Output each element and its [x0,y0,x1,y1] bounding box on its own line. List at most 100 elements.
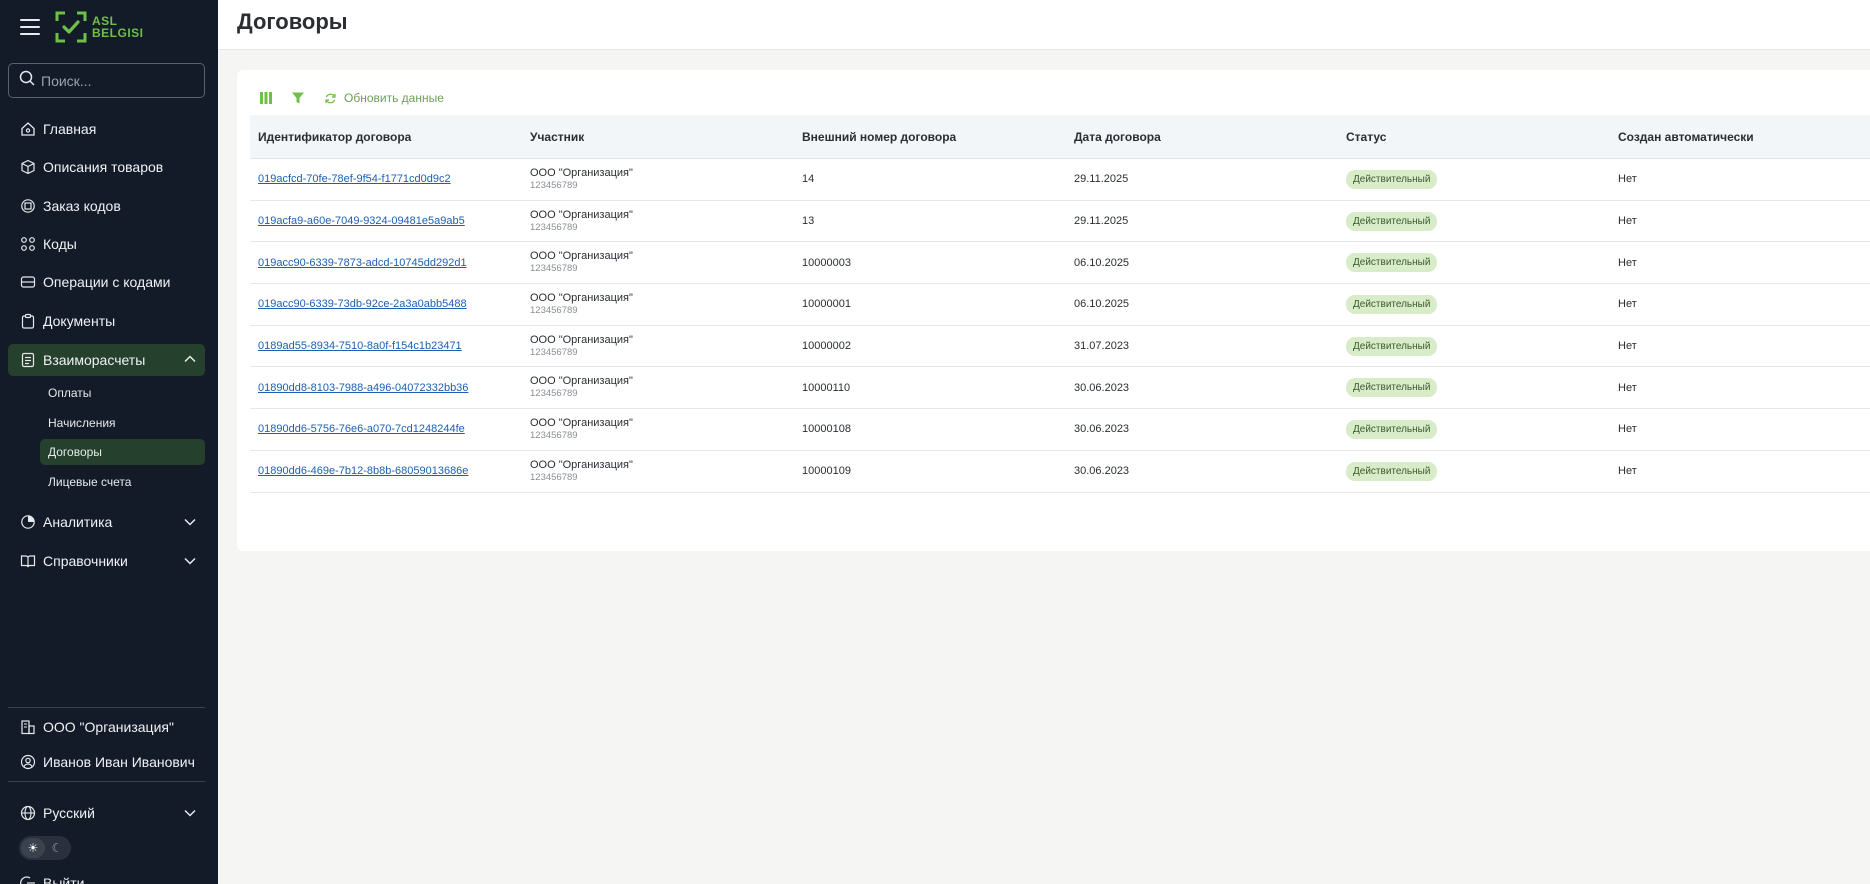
contract-id-link[interactable]: 0189ad55-8934-7510-8a0f-f154c1b23471 [258,340,462,352]
home-icon [20,121,36,137]
table-row: 0189ad55-8934-7510-8a0f-f154c1b23471 ООО… [250,326,1870,368]
page-title: Договоры [237,9,348,34]
moon-icon[interactable]: ☾ [45,838,69,858]
logo-icon [54,10,88,44]
participant-inn: 123456789 [530,429,578,441]
header-status[interactable]: Статус [1338,130,1610,144]
contract-id-link[interactable]: 01890dd8-8103-7988-a496-04072332bb36 [258,382,468,394]
sub-item-accounts[interactable]: Лицевые счета [40,469,205,495]
header-ext-number[interactable]: Внешний номер договора [794,130,1066,144]
header-auto[interactable]: Создан автоматически [1610,130,1870,144]
search-box[interactable] [8,63,205,98]
menu-icon[interactable] [20,19,40,35]
participant-name: ООО "Организация" [530,416,633,429]
contract-id-link[interactable]: 019acc90-6339-7873-adcd-10745dd292d1 [258,257,467,269]
auto-created: Нет [1618,423,1637,436]
status-badge: Действительный [1346,211,1438,231]
sub-label-charges: Начисления [48,416,116,430]
nav-item-codes[interactable]: Коды [8,229,205,259]
auto-created: Нет [1618,215,1637,228]
refresh-button[interactable]: Обновить данные [322,90,444,106]
contract-date: 06.10.2025 [1074,256,1130,269]
nav-item-order-codes[interactable]: Заказ кодов [8,191,205,221]
sub-label-accounts: Лицевые счета [48,475,132,489]
analytics-icon [20,514,36,530]
contract-date: 30.06.2023 [1074,381,1130,394]
table-header: Идентификатор договора Участник Внешний … [250,115,1870,159]
sun-icon[interactable]: ☀ [21,838,45,858]
contract-date: 31.07.2023 [1074,340,1130,353]
refresh-icon [322,90,338,106]
table-row: 019acc90-6339-7873-adcd-10745dd292d1 ООО… [250,242,1870,285]
book-icon [20,553,36,569]
box-icon [20,159,36,175]
table-row: 01890dd8-8103-7988-a496-04072332bb36 ООО… [250,367,1870,410]
brand: ASL BELGISI [20,10,144,44]
nav-item-documents[interactable]: Документы [8,306,205,336]
logo-line2: BELGISI [92,26,144,40]
org-item[interactable]: ООО "Организация" [8,712,205,742]
language-label: Русский [43,805,95,821]
operations-icon [20,274,36,290]
status-badge: Действительный [1346,294,1438,314]
theme-toggle[interactable]: ☀ ☾ [19,836,71,860]
external-number: 10000001 [802,298,851,311]
header-participant[interactable]: Участник [522,130,794,144]
nav-item-products[interactable]: Описания товаров [8,152,205,182]
globe-icon [20,805,36,821]
logout-item[interactable]: Выйти [8,868,205,884]
contract-id-link[interactable]: 019acfa9-a60e-7049-9324-09481e5a9ab5 [258,215,465,227]
columns-icon[interactable] [258,90,274,106]
chevron-down-icon[interactable] [183,806,197,823]
contract-date: 30.06.2023 [1074,423,1130,436]
sub-item-payments[interactable]: Оплаты [40,380,205,406]
nav-label-documents: Документы [43,313,116,329]
contract-id-link[interactable]: 01890dd6-469e-7b12-8b8b-68059013686e [258,465,468,477]
contract-date: 30.06.2023 [1074,465,1130,478]
contract-id-link[interactable]: 019acc90-6339-73db-92ce-2a3a0abb5488 [258,298,467,310]
divider [8,707,205,708]
search-icon [19,70,35,91]
table-row: 01890dd6-5756-76e6-a070-7cd1248244fe ООО… [250,409,1870,451]
user-item[interactable]: Иванов Иван Иванович [8,747,205,777]
contracts-card: Обновить данные Идентификатор договора У… [237,70,1870,551]
nav-label-codes: Коды [43,236,77,252]
nav-item-main[interactable]: Главная [8,114,205,144]
status-badge: Действительный [1346,253,1438,273]
nav-label-main: Главная [43,121,97,137]
table-row: 019acfa9-a60e-7049-9324-09481e5a9ab5 ООО… [250,201,1870,243]
nav-item-code-ops[interactable]: Операции с кодами [8,267,205,297]
chevron-down-icon[interactable] [183,554,197,571]
participant-inn: 123456789 [530,304,578,316]
participant-name: ООО "Организация" [530,250,633,263]
receipt-icon [20,352,36,368]
header-date[interactable]: Дата договора [1066,130,1338,144]
nav-label-products: Описания товаров [43,159,164,175]
refresh-label: Обновить данные [344,91,444,105]
contract-id-link[interactable]: 019acfcd-70fe-78ef-9f54-f1771cd0d9c2 [258,173,451,185]
auto-created: Нет [1618,256,1637,269]
nav-item-analytics[interactable]: Аналитика [8,507,205,537]
language-select[interactable]: Русский [8,798,205,828]
sub-item-contracts[interactable]: Договоры [40,439,205,465]
sub-label-payments: Оплаты [48,386,92,400]
filter-icon[interactable] [290,90,306,106]
search-input[interactable] [41,72,191,89]
nav-item-references[interactable]: Справочники [8,546,205,576]
nav-label-analytics: Аналитика [43,514,113,530]
participant-name: ООО "Организация" [530,166,633,179]
contract-date: 06.10.2025 [1074,298,1130,311]
nav-item-settlements[interactable]: Взаиморасчеты [8,344,205,376]
codes-icon [20,236,36,252]
contract-id-link[interactable]: 01890dd6-5756-76e6-a070-7cd1248244fe [258,423,465,435]
chevron-up-icon[interactable] [183,352,197,369]
nav-label-order-codes: Заказ кодов [43,198,121,214]
header-id[interactable]: Идентификатор договора [250,130,522,144]
sub-item-charges[interactable]: Начисления [40,410,205,436]
nav-label-code-ops: Операции с кодами [43,274,171,290]
participant-name: ООО "Организация" [530,375,633,388]
user-name: Иванов Иван Иванович [43,754,195,770]
user-icon [20,754,36,770]
external-number: 14 [802,173,815,186]
chevron-down-icon[interactable] [183,515,197,532]
